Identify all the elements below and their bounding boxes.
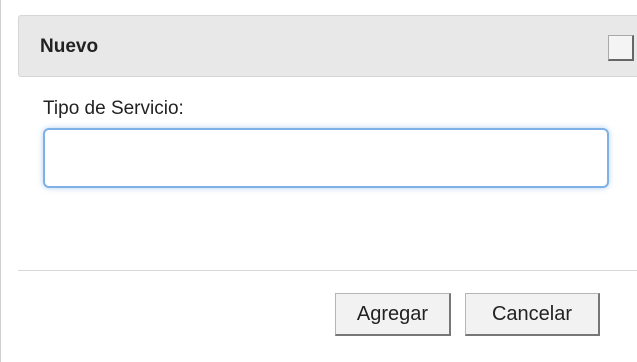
footer-divider [18,270,637,271]
close-button[interactable] [608,35,634,61]
service-type-input[interactable] [43,128,609,188]
new-service-dialog: Nuevo Tipo de Servicio: Agregar Cancelar [0,0,637,362]
cancel-button[interactable]: Cancelar [465,293,600,336]
service-type-label: Tipo de Servicio: [43,98,184,119]
dialog-title: Nuevo [40,36,99,57]
dialog-titlebar: Nuevo [18,15,637,77]
add-button[interactable]: Agregar [335,293,451,336]
